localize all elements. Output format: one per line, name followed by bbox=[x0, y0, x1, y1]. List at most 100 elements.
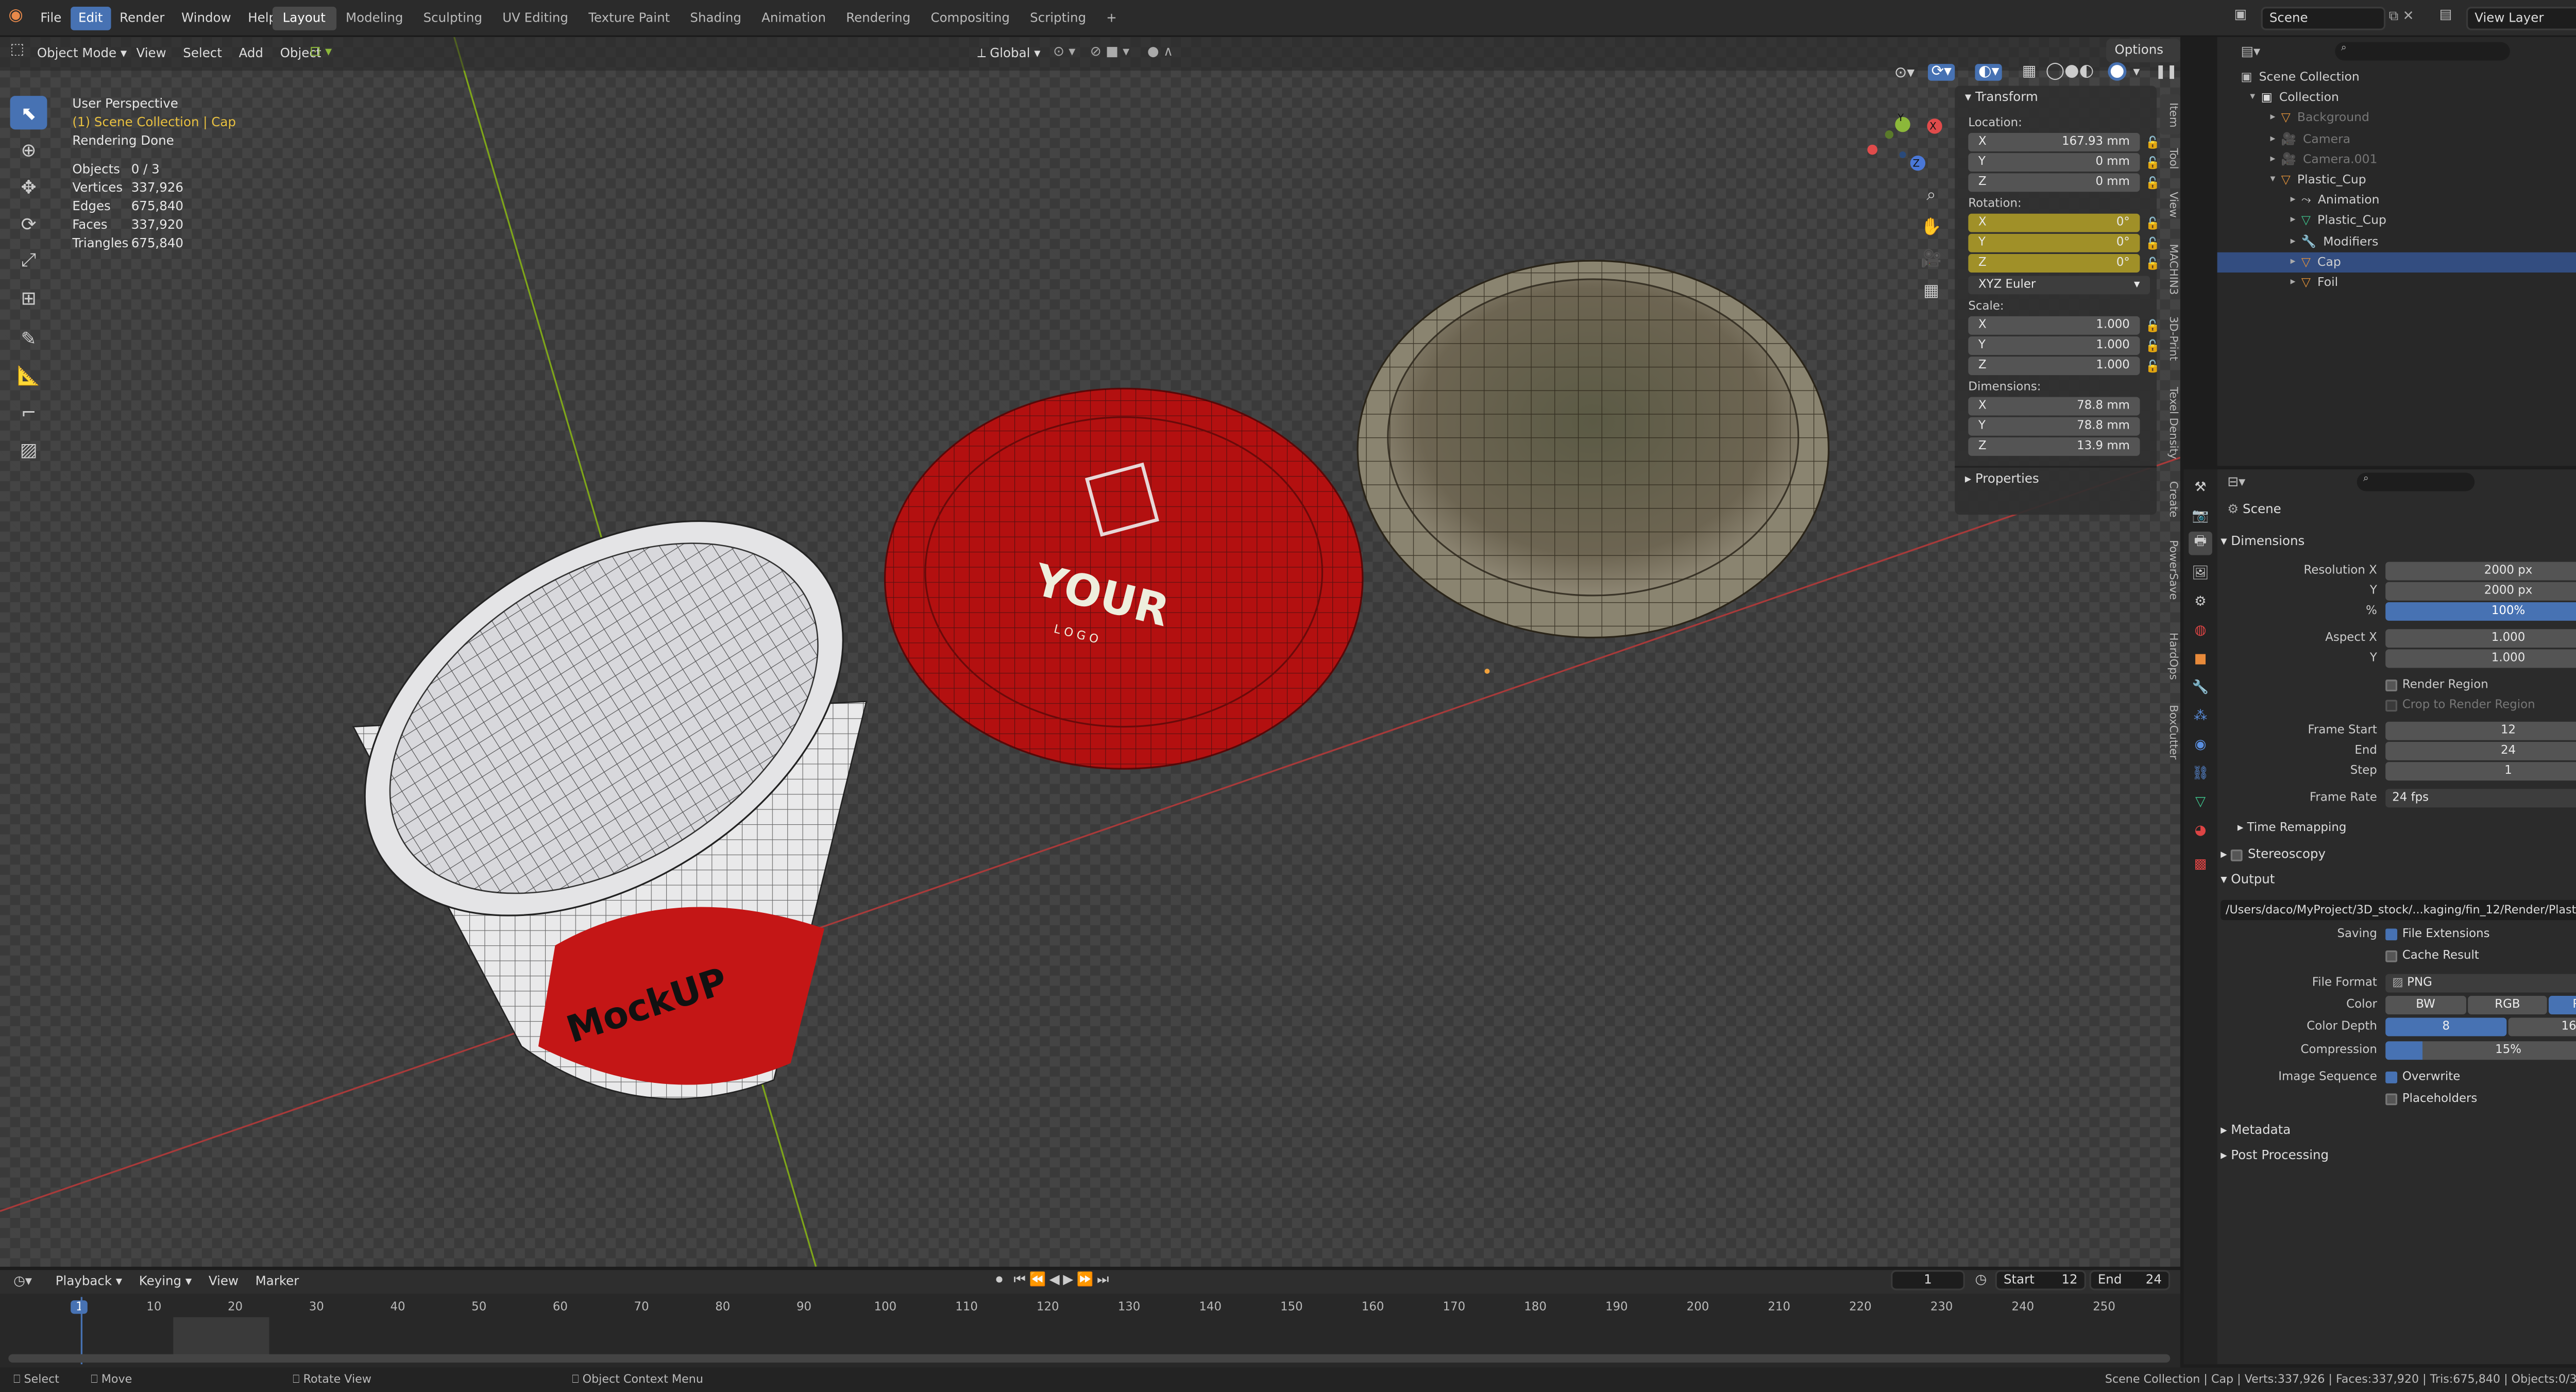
move-tool-icon[interactable]: ✥ bbox=[10, 170, 47, 203]
render-region-checkbox[interactable]: Render Region bbox=[2385, 678, 2488, 691]
outliner-search-icon[interactable]: ⌕ bbox=[2334, 41, 2510, 60]
transform-tool-icon[interactable]: ⊞ bbox=[10, 281, 47, 314]
data-tab-icon[interactable]: ▽ bbox=[2189, 789, 2212, 812]
3d-viewport[interactable]: MockUP YOUR L O G O Y X Z ⬚ Object Mode bbox=[0, 37, 2180, 1267]
rotation-x-field[interactable]: X 0° 🔓 bbox=[1968, 213, 2160, 232]
n-panel-tab-hardops[interactable]: HardOps bbox=[2160, 622, 2180, 690]
n-panel-tab-powersave[interactable]: PowerSave bbox=[2160, 532, 2180, 609]
shading-options-icon[interactable]: ▾ bbox=[2133, 64, 2140, 79]
zoom-icon[interactable]: ⌕ bbox=[1920, 180, 1943, 212]
properties-search-icon[interactable]: ⌕ bbox=[2356, 471, 2475, 490]
material-tab-icon[interactable]: ◕ bbox=[2189, 818, 2212, 841]
workspace-tab-scripting[interactable]: Scripting bbox=[1020, 7, 1096, 30]
outliner-row-camera[interactable]: ▸🎥Camera👁 bbox=[2217, 129, 2576, 149]
menu-render[interactable]: Render bbox=[111, 7, 173, 30]
render-tab-icon[interactable]: 📷 bbox=[2189, 503, 2212, 527]
select-box-tool-icon[interactable]: ⬉ bbox=[10, 96, 47, 130]
collection-visibility-icon[interactable]: ⊡ ▾ bbox=[310, 44, 332, 59]
texture-tab-icon[interactable]: ▩ bbox=[2189, 851, 2212, 875]
dimension-z-field[interactable]: Z 13.9 mm bbox=[1968, 437, 2140, 456]
dimensions-section[interactable]: ▾ Dimensions bbox=[2221, 533, 2304, 548]
proportional-edit-icon[interactable]: ● ∧ bbox=[1147, 44, 1173, 59]
outliner-row-scene-collection[interactable]: ▣ Scene Collection bbox=[2217, 67, 2576, 88]
outliner-expand-icon[interactable]: ▸ bbox=[2284, 231, 2301, 252]
scale-lock-icon[interactable]: 🔓 bbox=[2145, 338, 2160, 357]
resolution-percent-slider[interactable]: 100% bbox=[2385, 602, 2576, 621]
annotate-tool-icon[interactable]: ✎ bbox=[10, 321, 47, 355]
scale-lock-icon[interactable]: 🔓 bbox=[2145, 318, 2160, 336]
gizmo-toggle-icon[interactable]: ⟳▾ bbox=[1928, 64, 1955, 81]
scene-selector[interactable]: Scene bbox=[2261, 7, 2386, 30]
outliner-row-plastic-cup[interactable]: ▸▽Plastic_Cup👁 bbox=[2217, 211, 2576, 231]
rendered-shading-icon[interactable]: ● bbox=[2108, 62, 2127, 81]
frame-step-field[interactable]: 1 bbox=[2385, 762, 2576, 781]
constraints-tab-icon[interactable]: ⛓ bbox=[2189, 760, 2212, 784]
rotation-z-field[interactable]: Z 0° 🔓 bbox=[1968, 254, 2160, 273]
location-x-field[interactable]: X 167.93 mm 🔓 bbox=[1968, 132, 2160, 151]
view-layer-selector[interactable]: View Layer bbox=[2466, 7, 2576, 30]
transform-orientation-dropdown[interactable]: ⟂ Global ▾ bbox=[969, 42, 1049, 66]
n-panel-tab-item[interactable]: Item bbox=[2160, 94, 2180, 135]
timeline-scrollbar[interactable] bbox=[8, 1354, 2171, 1363]
post-processing-section[interactable]: ▸ Post Processing bbox=[2221, 1147, 2329, 1162]
properties-header[interactable]: ▸ Properties bbox=[1955, 466, 2157, 489]
rotate-tool-icon[interactable]: ⟳ bbox=[10, 207, 47, 241]
blender-logo-icon[interactable]: ◉ bbox=[8, 7, 23, 25]
color-option-bw[interactable]: BW bbox=[2385, 996, 2466, 1014]
n-panel-tab-view[interactable]: View bbox=[2160, 189, 2180, 222]
viewport-menu-view[interactable]: View bbox=[128, 42, 175, 66]
scale-y-field[interactable]: Y 1.000 🔓 bbox=[1968, 336, 2160, 355]
scale-x-field[interactable]: X 1.000 🔓 bbox=[1968, 316, 2160, 335]
frame-end-field[interactable]: 24 bbox=[2385, 741, 2576, 760]
workspace-tab-layout[interactable]: Layout bbox=[272, 7, 336, 30]
color-option-rgb[interactable]: RGB bbox=[2467, 996, 2548, 1014]
overwrite-checkbox[interactable]: Overwrite bbox=[2385, 1070, 2460, 1083]
rotation-lock-icon[interactable]: 🔓 bbox=[2145, 256, 2160, 274]
n-panel-tab-3d-print[interactable]: 3D-Print bbox=[2160, 310, 2180, 367]
workspace-tab-animation[interactable]: Animation bbox=[752, 7, 836, 30]
cache-result-checkbox[interactable]: Cache Result bbox=[2385, 949, 2479, 962]
view-layer-tab-icon[interactable]: 🖼 bbox=[2189, 560, 2212, 584]
scale-z-field[interactable]: Z 1.000 🔓 bbox=[1968, 357, 2160, 376]
output-tab-icon[interactable]: 🖶 bbox=[2189, 531, 2212, 555]
output-section[interactable]: ▾ Output bbox=[2221, 871, 2275, 886]
workspace-tab-shading[interactable]: Shading bbox=[680, 7, 752, 30]
scale-lock-icon[interactable]: 🔓 bbox=[2145, 359, 2160, 377]
workspace-tab-texture-paint[interactable]: Texture Paint bbox=[579, 7, 680, 30]
outliner-editor-icon[interactable]: ▤▾ bbox=[2241, 43, 2260, 58]
editor-type-icon[interactable]: ⬚ bbox=[10, 42, 25, 59]
color-option-rgba[interactable]: RGBA bbox=[2549, 996, 2576, 1014]
output-path-field[interactable]: /Users/daco/MyProject/3D_stock/...kaging… bbox=[2221, 899, 2576, 921]
object-tab-icon[interactable]: ■ bbox=[2189, 646, 2212, 670]
camera-view-icon[interactable]: 🎥 bbox=[1920, 244, 1943, 276]
n-panel-tab-texel-density[interactable]: Texel Density bbox=[2160, 380, 2180, 464]
viewport-menu-add[interactable]: Add bbox=[230, 42, 272, 66]
frame-start-field[interactable]: 12 bbox=[2385, 721, 2576, 740]
outliner-row-collection[interactable]: ▾▣Collection👁 bbox=[2217, 88, 2576, 108]
outliner-expand-icon[interactable]: ▸ bbox=[2264, 108, 2281, 129]
outliner-row-foil[interactable]: ▸▽Foil👁 bbox=[2217, 273, 2576, 293]
shading-mode-icons[interactable]: ◯●◐ bbox=[2046, 62, 2094, 81]
workspace-tab-sculpting[interactable]: Sculpting bbox=[413, 7, 493, 30]
scene-tab-icon[interactable]: ⚙ bbox=[2189, 589, 2212, 613]
new-scene-icon[interactable]: ⧉ ✕ bbox=[2389, 8, 2414, 25]
outliner-expand-icon[interactable]: ▸ bbox=[2284, 211, 2301, 231]
outliner-expand-icon[interactable]: ▾ bbox=[2244, 88, 2261, 108]
outliner-row-background[interactable]: ▸▽Background👁 bbox=[2217, 108, 2576, 129]
add-cube-tool-icon[interactable]: ⌐ bbox=[10, 395, 47, 429]
menu-edit[interactable]: Edit bbox=[70, 7, 111, 30]
location-lock-icon[interactable]: 🔓 bbox=[2145, 175, 2160, 194]
file-extensions-checkbox[interactable]: File Extensions bbox=[2385, 927, 2489, 940]
options-dropdown[interactable]: Options ▾ bbox=[2106, 39, 2180, 81]
outliner-expand-icon[interactable]: ▸ bbox=[2284, 273, 2301, 293]
dimension-x-field[interactable]: X 78.8 mm bbox=[1968, 397, 2140, 416]
outliner-row-animation[interactable]: ▸⤳Animation👁 bbox=[2217, 190, 2576, 211]
n-panel-tab-create[interactable]: Create bbox=[2160, 478, 2180, 521]
n-panel-tab-boxcutter[interactable]: BoxCutter bbox=[2160, 700, 2180, 763]
rotation-lock-icon[interactable]: 🔓 bbox=[2145, 235, 2160, 254]
menu-file[interactable]: File bbox=[32, 7, 70, 30]
outliner-row-cap[interactable]: ▸▽Cap👁 bbox=[2217, 251, 2576, 273]
frame-rate-dropdown[interactable]: 24 fps▾ bbox=[2385, 789, 2576, 808]
location-y-field[interactable]: Y 0 mm 🔓 bbox=[1968, 153, 2160, 172]
depth-option-16[interactable]: 16 bbox=[2508, 1017, 2576, 1037]
